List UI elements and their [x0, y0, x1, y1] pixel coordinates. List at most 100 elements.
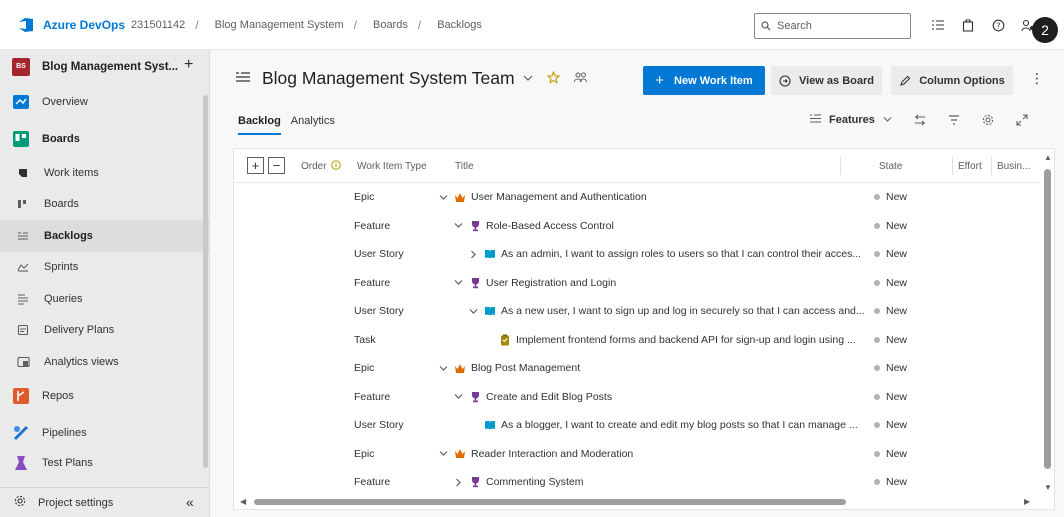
sidebar-item-analytics-views[interactable]: Analytics views: [0, 346, 209, 378]
table-row[interactable]: Epic Reader Interaction and Moderation New…: [234, 440, 1049, 469]
expand-row-chevron-icon[interactable]: [452, 478, 464, 487]
grid-vertical-scrollbar[interactable]: ▲ ▼: [1040, 149, 1054, 509]
scroll-right-arrow-icon[interactable]: ▶: [1024, 497, 1030, 506]
brand-link[interactable]: Azure DevOps: [43, 18, 125, 32]
collapse-row-chevron-icon[interactable]: [437, 365, 449, 372]
work-item-title-link[interactable]: Role-Based Access Control: [486, 220, 614, 232]
scroll-left-arrow-icon[interactable]: ◀: [240, 497, 246, 506]
sidebar-item-pipelines[interactable]: Pipelines: [0, 415, 209, 452]
column-state[interactable]: State: [879, 161, 902, 172]
filter-icon[interactable]: [948, 115, 960, 125]
state-dot-icon: [874, 479, 880, 485]
work-item-title-link[interactable]: As an admin, I want to assign roles to u…: [501, 248, 861, 260]
column-business-value[interactable]: Busin...: [997, 161, 1030, 172]
backlog-tabs: Backlog Analytics: [238, 115, 335, 135]
table-row[interactable]: FeatureUser Registration and LoginNewB: [234, 269, 1049, 298]
view-as-board-button[interactable]: View as Board: [771, 66, 882, 95]
horizontal-scroll-thumb[interactable]: [254, 499, 846, 505]
work-item-title-link[interactable]: Blog Post Management: [471, 362, 580, 374]
info-icon[interactable]: [331, 160, 341, 173]
project-header[interactable]: BS Blog Management Syst...: [0, 50, 209, 83]
add-new-icon[interactable]: +: [184, 56, 193, 74]
breadcrumb-boards[interactable]: Boards: [373, 19, 408, 31]
sidebar-item-repos[interactable]: Repos: [0, 378, 209, 415]
team-title[interactable]: Blog Management System Team: [262, 68, 515, 89]
project-avatar: BS: [12, 57, 30, 76]
search-input[interactable]: Search: [754, 13, 911, 39]
sidebar-item-test-plans[interactable]: Test Plans: [0, 452, 209, 474]
sidebar-item-work-items[interactable]: Work items: [0, 157, 209, 189]
view-as-board-label: View as Board: [799, 74, 874, 87]
new-work-item-button[interactable]: + New Work Item: [643, 66, 765, 95]
more-options-icon[interactable]: ⋮: [1030, 70, 1044, 87]
view-options-icon[interactable]: [914, 114, 926, 126]
fullscreen-expand-icon[interactable]: [1016, 114, 1028, 126]
sidebar-item-queries[interactable]: Queries: [0, 283, 209, 315]
collapse-row-chevron-icon[interactable]: [452, 393, 464, 400]
state-label: New: [886, 333, 908, 346]
backlog-level-select[interactable]: Features: [810, 114, 892, 126]
column-title[interactable]: Title: [455, 161, 474, 172]
work-item-title-link[interactable]: User Registration and Login: [486, 277, 616, 289]
table-row[interactable]: Epic User Management and Authentication Ne…: [234, 183, 1049, 212]
collapse-sidebar-icon[interactable]: «: [186, 494, 194, 510]
help-icon[interactable]: ?: [988, 14, 1008, 36]
settings-gear-icon[interactable]: [982, 114, 994, 126]
work-item-title-link[interactable]: User Management and Authentication: [471, 191, 647, 203]
marketplace-bag-icon[interactable]: [958, 14, 978, 36]
sidebar-item-backlogs[interactable]: Backlogs: [0, 220, 209, 252]
collapse-row-chevron-icon[interactable]: [437, 194, 449, 201]
table-row[interactable]: FeatureCreate and Edit Blog PostsNewB: [234, 383, 1049, 412]
work-item-title-link[interactable]: As a new user, I want to sign up and log…: [501, 305, 865, 317]
project-settings[interactable]: Project settings «: [0, 487, 209, 517]
sidebar-scrollbar[interactable]: [203, 95, 208, 468]
sidebar-item-delivery-plans[interactable]: Delivery Plans: [0, 315, 209, 347]
scroll-down-arrow-icon[interactable]: ▼: [1044, 483, 1052, 492]
sidebar-item-sprints[interactable]: Sprints: [0, 252, 209, 284]
tab-backlog[interactable]: Backlog: [238, 115, 281, 135]
title-cell: As a new user, I want to sign up and log…: [467, 305, 865, 317]
table-row[interactable]: User Story As a new user, I want to sign …: [234, 297, 1049, 326]
table-row[interactable]: EpicBlog Post ManagementNewB: [234, 354, 1049, 383]
collapse-row-chevron-icon[interactable]: [437, 450, 449, 457]
table-row[interactable]: User Story As an admin, I want to assign …: [234, 240, 1049, 269]
organization-link[interactable]: 231501142: [131, 19, 185, 31]
sidebar-item-boards-hub[interactable]: Boards: [0, 120, 209, 157]
chevron-down-icon[interactable]: [523, 73, 533, 85]
table-row[interactable]: User Story As a blogger, I want to create…: [234, 411, 1049, 440]
breadcrumb-project[interactable]: Blog Management System: [215, 19, 344, 31]
table-row[interactable]: FeatureRole-Based Access ControlNewB: [234, 212, 1049, 241]
sidebar-item-label: Boards: [44, 198, 79, 211]
work-item-title-link[interactable]: Commenting System: [486, 476, 583, 488]
table-row[interactable]: Task Implement frontend forms and backend…: [234, 326, 1049, 355]
collapse-row-chevron-icon[interactable]: [452, 279, 464, 286]
breadcrumb-backlogs[interactable]: Backlogs: [437, 19, 482, 31]
table-row[interactable]: FeatureCommenting SystemNewB...: [234, 468, 1054, 497]
azure-devops-logo-icon[interactable]: [17, 16, 35, 34]
column-order[interactable]: Order: [301, 161, 327, 172]
expand-row-chevron-icon[interactable]: [467, 250, 479, 259]
collapse-row-chevron-icon[interactable]: [467, 308, 479, 315]
column-work-item-type[interactable]: Work Item Type: [357, 161, 427, 172]
scroll-up-arrow-icon[interactable]: ▲: [1044, 153, 1052, 162]
work-item-title-link[interactable]: Create and Edit Blog Posts: [486, 391, 612, 403]
work-item-title-link[interactable]: Implement frontend forms and backend API…: [516, 334, 856, 346]
expand-all-button[interactable]: +: [247, 157, 264, 174]
work-item-title-link[interactable]: Reader Interaction and Moderation: [471, 448, 633, 460]
sidebar-item-overview[interactable]: Overview: [0, 83, 209, 120]
favorite-star-icon[interactable]: [546, 70, 560, 87]
column-effort[interactable]: Effort: [958, 161, 982, 172]
tab-analytics[interactable]: Analytics: [291, 115, 335, 135]
collapse-all-button[interactable]: −: [268, 157, 285, 174]
collapse-row-chevron-icon[interactable]: [452, 222, 464, 229]
team-members-icon[interactable]: [573, 72, 587, 86]
vertical-scroll-thumb[interactable]: [1044, 169, 1051, 469]
epic-work-item-icon: [454, 448, 466, 460]
view-board-arrow-icon: [779, 74, 791, 87]
sidebar-item-boards[interactable]: Boards: [0, 189, 209, 221]
project-name[interactable]: Blog Management Syst...: [42, 61, 178, 73]
work-item-title-link[interactable]: As a blogger, I want to create and edit …: [501, 419, 858, 431]
column-options-button[interactable]: Column Options: [891, 66, 1013, 95]
task-list-icon[interactable]: [928, 14, 948, 36]
grid-horizontal-scrollbar[interactable]: ◀ ▶: [234, 495, 1040, 509]
